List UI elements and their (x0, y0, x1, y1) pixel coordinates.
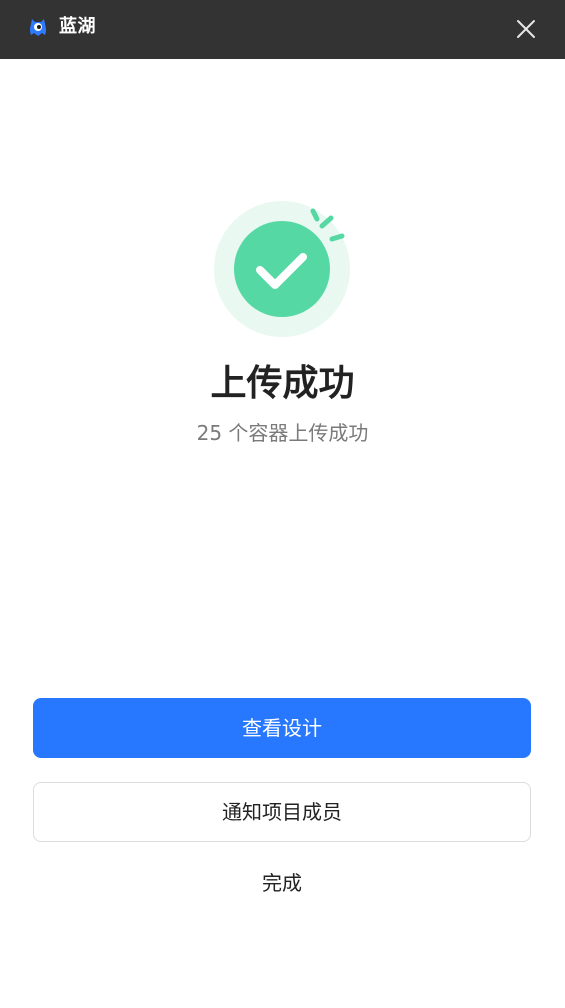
result-title: 上传成功 (210, 363, 355, 404)
close-icon (517, 20, 535, 38)
success-check-icon (208, 198, 358, 342)
done-button[interactable]: 完成 (232, 866, 332, 900)
title-bar: 蓝湖 (0, 0, 565, 59)
lanhu-logo-icon (27, 16, 49, 38)
close-button[interactable] (508, 11, 544, 47)
upload-success-dialog: 蓝湖 上传成功 25 个容器上传成功 查看设计 通知项目成员 完成 (0, 0, 565, 1008)
app-title: 蓝湖 (59, 16, 96, 37)
view-design-button[interactable]: 查看设计 (33, 698, 531, 758)
notify-members-button[interactable]: 通知项目成员 (33, 782, 531, 842)
result-subtitle: 25 个容器上传成功 (196, 421, 369, 445)
